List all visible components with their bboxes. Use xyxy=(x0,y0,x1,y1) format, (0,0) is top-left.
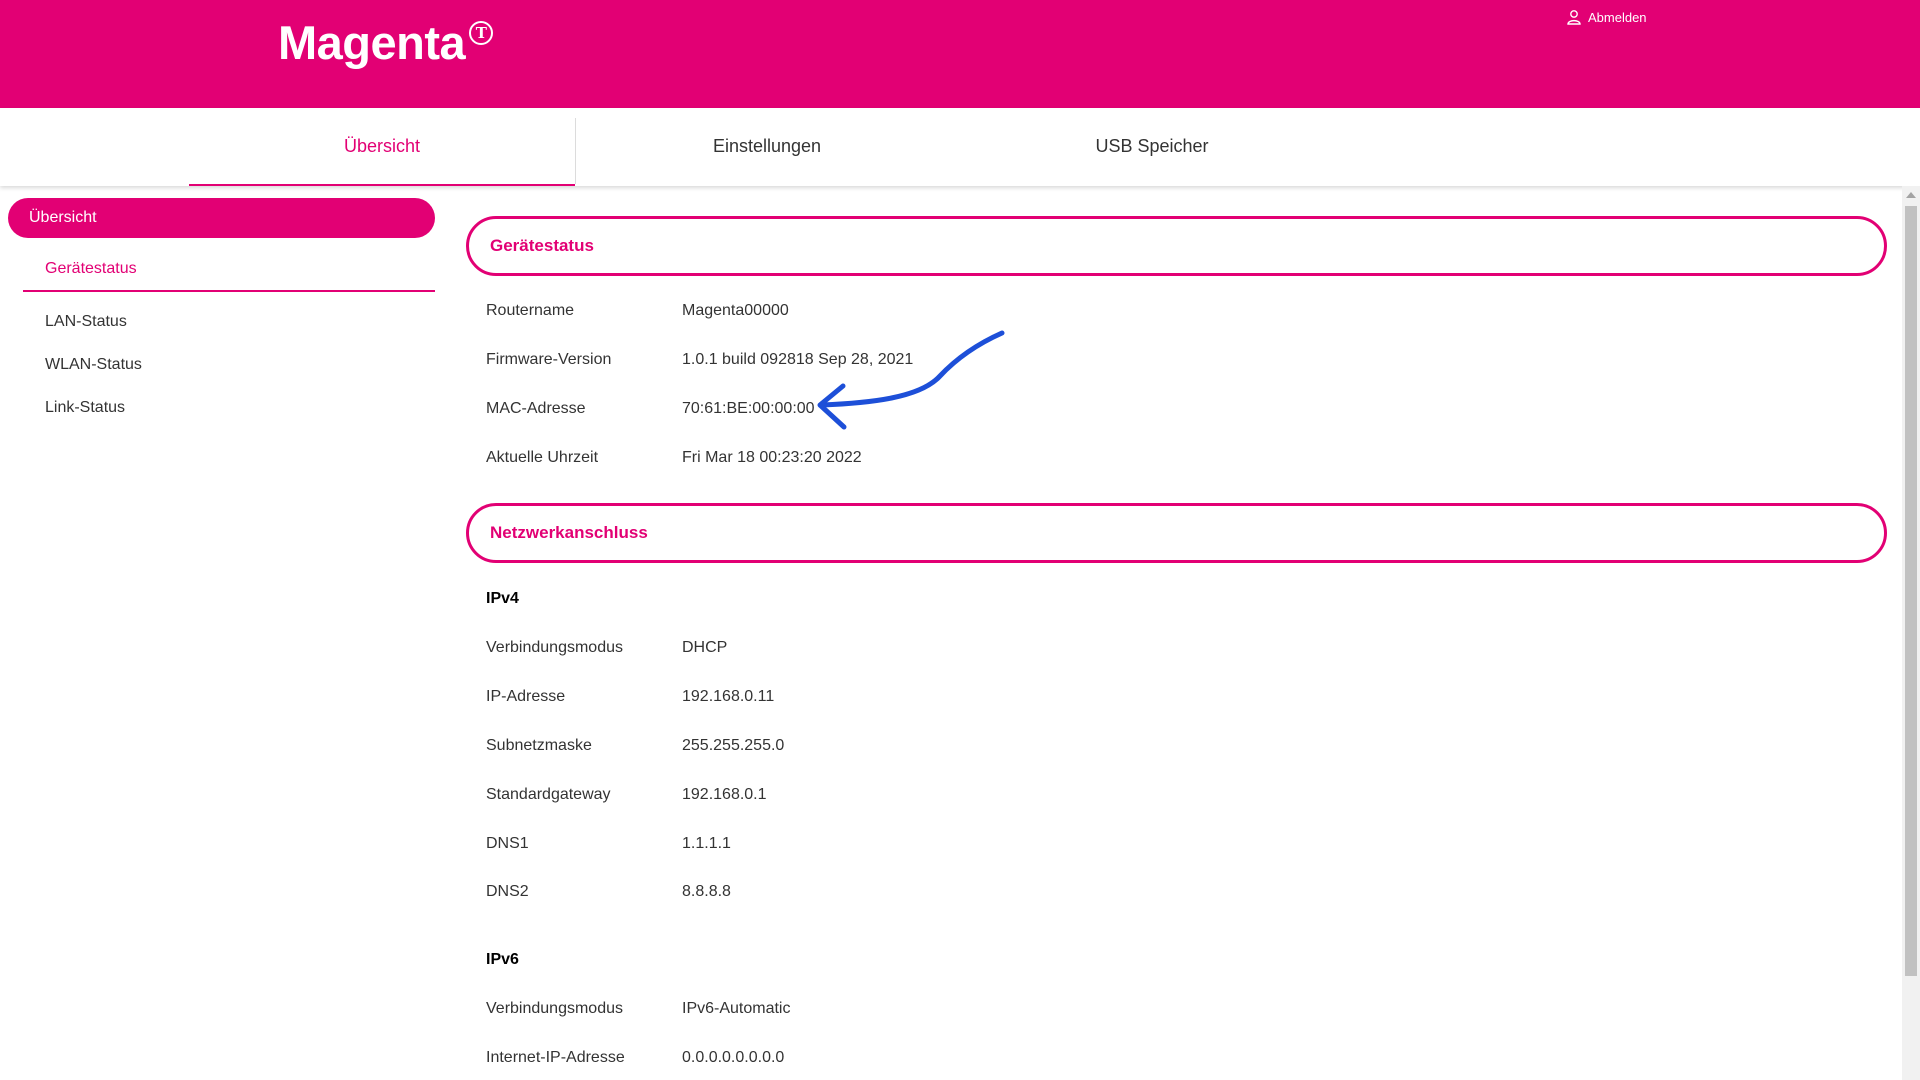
ipv4-heading: IPv4 xyxy=(486,590,519,607)
row-value: 192.168.0.1 xyxy=(682,786,767,803)
row-label: Verbindungsmodus xyxy=(486,1000,623,1017)
section-title-geraetestatus: Gerätestatus xyxy=(466,216,1887,276)
active-item-underline xyxy=(23,290,435,292)
row-label: Internet-IP-Adresse xyxy=(486,1049,625,1066)
row-value: 0.0.0.0.0.0.0.0 xyxy=(682,1049,785,1066)
user-icon xyxy=(1567,10,1581,25)
section-title-netzwerkanschluss: Netzwerkanschluss xyxy=(466,503,1887,563)
info-row-mac: MAC-Adresse 70:61:BE:00:00:00 xyxy=(486,400,815,418)
logout-button[interactable]: Abmelden xyxy=(1566,9,1647,25)
row-label: Subnetzmaske xyxy=(486,737,592,754)
main-tabs: Übersicht Einstellungen USB Speicher xyxy=(0,108,1920,186)
tab-usb-speicher[interactable]: USB Speicher xyxy=(960,108,1344,184)
info-row-dns2: DNS2 8.8.8.8 xyxy=(486,883,731,901)
magenta-logo[interactable]: Magenta T xyxy=(278,15,494,70)
info-row-internet-ip: Internet-IP-Adresse 0.0.0.0.0.0.0.0 xyxy=(486,1049,784,1067)
row-value: 1.0.1 build 092818 Sep 28, 2021 xyxy=(682,351,914,368)
row-value: Fri Mar 18 00:23:20 2022 xyxy=(682,449,862,466)
info-row-routername: Routername Magenta00000 xyxy=(486,302,789,320)
row-label: Firmware-Version xyxy=(486,351,612,368)
sidebar-item-lan-status[interactable]: LAN-Status xyxy=(45,313,127,331)
scroll-up-arrow-icon[interactable] xyxy=(1906,192,1916,198)
sidebar-item-geraetestatus[interactable]: Gerätestatus xyxy=(45,260,137,278)
header-bar: Magenta T Abmelden xyxy=(0,0,1920,108)
row-label: MAC-Adresse xyxy=(486,400,586,417)
logout-label: Abmelden xyxy=(1588,9,1647,25)
info-row-ip-address: IP-Adresse 192.168.0.11 xyxy=(486,688,774,706)
info-row-dns1: DNS1 1.1.1.1 xyxy=(486,835,731,853)
row-label: Routername xyxy=(486,302,575,319)
row-value: 1.1.1.1 xyxy=(682,835,731,852)
tab-einstellungen[interactable]: Einstellungen xyxy=(576,108,958,184)
ipv6-heading: IPv6 xyxy=(486,951,519,968)
row-label: Aktuelle Uhrzeit xyxy=(486,449,599,466)
row-label: IP-Adresse xyxy=(486,688,566,705)
info-row-firmware: Firmware-Version 1.0.1 build 092818 Sep … xyxy=(486,351,913,369)
info-row-gateway: Standardgateway 192.168.0.1 xyxy=(486,786,767,804)
row-value: 192.168.0.11 xyxy=(682,688,775,705)
sidebar-item-uebersicht[interactable]: Übersicht xyxy=(8,198,435,238)
row-value: 70:61:BE:00:00:00 xyxy=(682,400,815,417)
row-value: DHCP xyxy=(682,639,728,656)
row-label: Verbindungsmodus xyxy=(486,639,623,656)
row-label: Standardgateway xyxy=(486,786,611,803)
info-row-subnet: Subnetzmaske 255.255.255.0 xyxy=(486,737,784,755)
info-row-uhrzeit: Aktuelle Uhrzeit Fri Mar 18 00:23:20 202… xyxy=(486,449,862,467)
info-row-ipv4-mode: Verbindungsmodus DHCP xyxy=(486,639,727,657)
row-label: DNS1 xyxy=(486,835,529,852)
tab-uebersicht[interactable]: Übersicht xyxy=(189,108,575,186)
row-value: 255.255.255.0 xyxy=(682,737,785,754)
telekom-t-icon: T xyxy=(469,21,494,45)
scrollbar-thumb[interactable] xyxy=(1905,206,1917,976)
info-row-ipv6-mode: Verbindungsmodus IPv6-Automatic xyxy=(486,1000,790,1018)
row-label: DNS2 xyxy=(486,883,529,900)
row-value: IPv6-Automatic xyxy=(682,1000,791,1017)
row-value: 8.8.8.8 xyxy=(682,883,731,900)
row-value: Magenta00000 xyxy=(682,302,789,319)
sidebar-item-link-status[interactable]: Link-Status xyxy=(45,399,125,417)
sidebar-item-wlan-status[interactable]: WLAN-Status xyxy=(45,356,142,374)
logo-text: Magenta xyxy=(278,16,466,69)
